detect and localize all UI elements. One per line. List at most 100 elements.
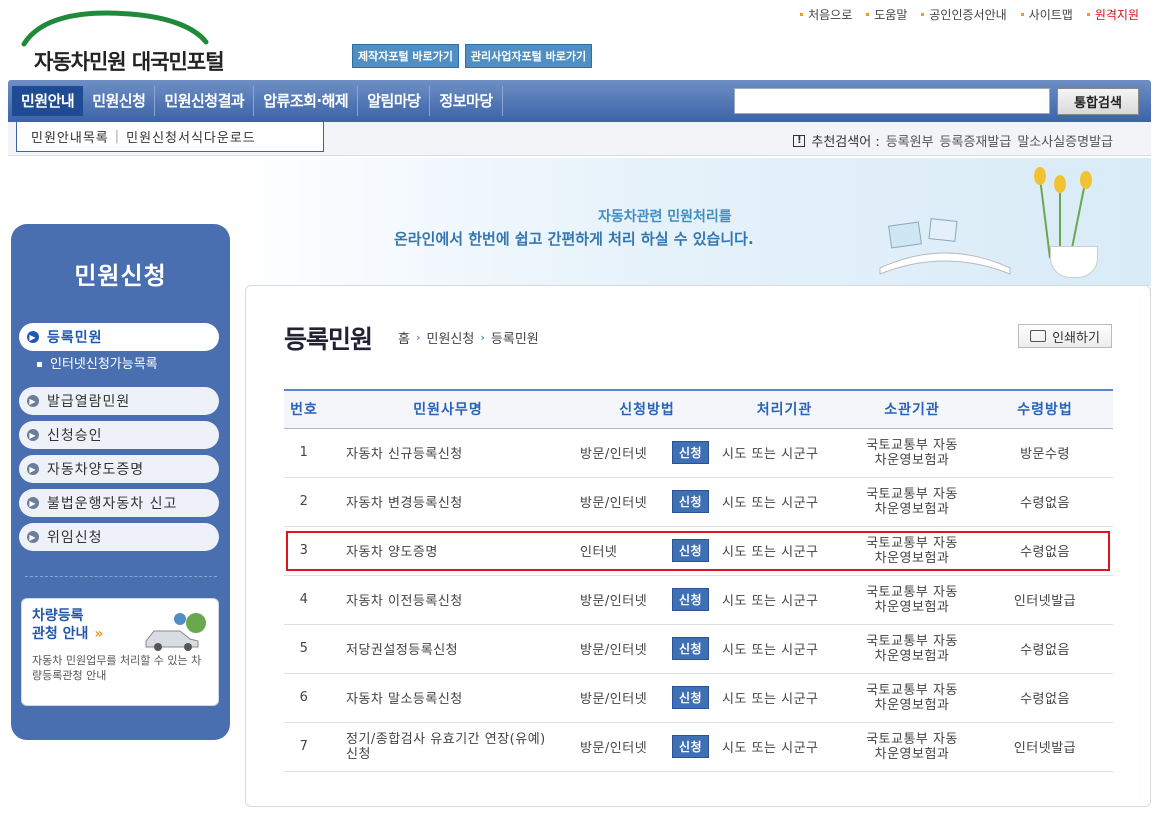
sidebar-item-label: 발급열람민원 [47, 394, 131, 410]
link-help[interactable]: 도움말 [866, 6, 907, 23]
rec-term-cancel-cert[interactable]: 말소사실증명발급 [1017, 131, 1113, 150]
row-owner: 국토교통부 자동 차운영보험과 [847, 526, 977, 576]
table-row: 5 저당권설정등록신청 방문/인터넷 신청 시도 또는 시군구 국토교통부 자동… [284, 624, 1113, 674]
bullet-icon [800, 13, 804, 16]
apply-button[interactable]: 신청 [672, 637, 710, 660]
row-receive: 수령없음 [977, 477, 1113, 527]
row-owner-line-2: 차운영보험과 [874, 501, 950, 517]
row-processor: 시도 또는 시군구 [722, 575, 847, 625]
apply-button[interactable]: 신청 [672, 490, 710, 513]
page-title: 등록민원 [284, 325, 373, 354]
bullet-icon [1020, 13, 1024, 16]
sidebar-item-issue[interactable]: ▶ 발급열람민원 [19, 387, 219, 415]
breadcrumb-home[interactable]: 홈 [398, 328, 410, 347]
breadcrumb-apply[interactable]: 민원신청 [427, 328, 475, 347]
search-input[interactable] [734, 88, 1050, 114]
rec-term-reissue[interactable]: 등록증재발급 [940, 131, 1012, 150]
link-remote-support[interactable]: 원격지원 [1086, 6, 1139, 23]
nav-item-result[interactable]: 민원신청결과 [155, 86, 255, 116]
arrow-bullet-icon: ▶ [27, 463, 39, 475]
apply-button[interactable]: 신청 [672, 588, 710, 611]
sidebar-item-transfer-cert[interactable]: ▶ 자동차양도증명 [19, 455, 219, 483]
arrow-bullet-icon: ▶ [27, 531, 39, 543]
arrow-bullet-icon: ▶ [27, 497, 39, 509]
site-logo[interactable]: 자동차민원 대국민포털 [20, 8, 250, 74]
row-number: 5 [284, 624, 324, 674]
row-receive: 수령없음 [977, 526, 1113, 576]
nav-item-seizure[interactable]: 압류조회·해제 [254, 86, 359, 116]
link-home[interactable]: 처음으로 [800, 6, 852, 23]
row-owner: 국토교통부 자동 차운영보험과 [847, 575, 977, 625]
sidebar-item-label: 위임신청 [47, 530, 103, 546]
logo-car-swoosh-icon [21, 10, 209, 47]
sidebar-item-label: 등록민원 [47, 330, 103, 346]
banner-line-2: 온라인에서 한번에 쉽고 간편하게 처리 하실 수 있습니다. [394, 230, 754, 248]
bullet-icon [866, 13, 870, 16]
operator-portal-button[interactable]: 관리사업자포털 바로가기 [464, 44, 593, 68]
link-home-label: 처음으로 [808, 8, 853, 22]
row-name: 저당권설정등록신청 [324, 624, 572, 674]
car-gear-icon [145, 613, 206, 651]
sidebar-item-approval[interactable]: ▶ 신청승인 [19, 421, 219, 449]
row-owner-line-2: 차운영보험과 [874, 550, 950, 566]
row-owner-line-1: 국토교통부 자동 [866, 486, 958, 502]
link-sitemap[interactable]: 사이트맵 [1020, 6, 1073, 23]
apply-button[interactable]: 신청 [672, 539, 710, 562]
sidebar: 민원신청 ▶ 등록민원 인터넷신청가능목록 ▶ 발급열람민원 ▶ 신청승인 ▶ … [11, 224, 230, 740]
nav-item-apply[interactable]: 민원신청 [83, 86, 156, 116]
sidebar-subitem-internet-list[interactable]: 인터넷신청가능목록 [19, 355, 219, 379]
link-sitemap-label: 사이트맵 [1028, 8, 1073, 22]
rec-term-register[interactable]: 등록원부 [886, 131, 934, 150]
row-number: 3 [284, 526, 324, 576]
row-receive: 인터넷발급 [977, 722, 1113, 772]
maker-portal-button[interactable]: 제작자포털 바로가기 [352, 44, 459, 68]
row-owner: 국토교통부 자동 차운영보험과 [847, 673, 977, 723]
utility-links: 처음으로 도움말 공인인증서안내 사이트맵 원격지원 [800, 6, 1139, 23]
sidebar-item-register[interactable]: ▶ 등록민원 [19, 323, 219, 351]
search-button[interactable]: 통합검색 [1057, 88, 1139, 115]
promo-title-line-2: 관청 안내 [32, 626, 89, 642]
row-receive: 인터넷발급 [977, 575, 1113, 625]
sidebar-title: 민원신청 [74, 262, 167, 290]
col-name: 민원사무명 [324, 389, 572, 429]
row-owner: 국토교통부 자동 차운영보험과 [847, 428, 977, 478]
row-receive: 방문수령 [977, 428, 1113, 478]
breadcrumb: 홈 › 민원신청 › 등록민원 [398, 328, 539, 347]
print-button[interactable]: 인쇄하기 [1018, 324, 1112, 348]
book-icon [879, 218, 1011, 275]
row-receive: 수령없음 [977, 673, 1113, 723]
row-processor: 시도 또는 시군구 [722, 428, 847, 478]
row-owner-line-1: 국토교통부 자동 [866, 437, 958, 453]
nav-item-notice[interactable]: 알림마당 [358, 86, 431, 116]
double-chevron-icon: » [94, 626, 104, 642]
civil-affairs-table: 번호 민원사무명 신청방법 처리기관 소관기관 수령방법 1 자동차 신규등록신… [284, 389, 1113, 772]
subtab-guide-list[interactable]: 민원안내목록 [31, 127, 109, 146]
link-cert-guide[interactable]: 공인인증서안내 [921, 6, 1007, 23]
row-owner: 국토교통부 자동 차운영보험과 [847, 477, 977, 527]
row-owner-line-1: 국토교통부 자동 [866, 731, 958, 747]
sidebar-item-delegation[interactable]: ▶ 위임신청 [19, 523, 219, 551]
apply-button[interactable]: 신청 [672, 735, 710, 758]
col-processor: 처리기관 [722, 389, 847, 429]
sub-tabs: 민원안내목록 | 민원신청서식다운로드 [16, 122, 324, 152]
apply-button[interactable]: 신청 [672, 686, 710, 709]
sub-nav: 민원안내목록 | 민원신청서식다운로드 ! 추천검색어 : 등록원부 등록증재발… [8, 122, 1151, 156]
row-owner-line-1: 국토교통부 자동 [866, 682, 958, 698]
row-processor: 시도 또는 시군구 [722, 526, 847, 576]
apply-button[interactable]: 신청 [672, 441, 710, 464]
row-owner-line-1: 국토교통부 자동 [866, 633, 958, 649]
nav-item-info[interactable]: 정보마당 [430, 86, 503, 116]
arrow-bullet-icon: ▶ [27, 429, 39, 441]
printer-icon [1030, 330, 1047, 342]
sidebar-item-illegal-report[interactable]: ▶ 불법운행자동차 신고 [19, 489, 219, 517]
sidebar-menu: ▶ 등록민원 인터넷신청가능목록 ▶ 발급열람민원 ▶ 신청승인 ▶ 자동차양도… [19, 323, 219, 557]
registry-office-promo[interactable]: 차량등록 관청 안내» 자동차 민원업무를 처리할 수 있는 차량등록관청 안내 [21, 598, 219, 706]
row-owner-line-1: 국토교통부 자동 [866, 584, 958, 600]
row-number: 6 [284, 673, 324, 723]
row-owner-line-1: 국토교통부 자동 [866, 535, 958, 551]
row-name: 정기/종합검사 유효기간 연장(유예)신청 [324, 722, 572, 772]
subtab-form-download[interactable]: 민원신청서식다운로드 [126, 127, 256, 146]
nav-item-guide[interactable]: 민원안내 [12, 86, 84, 116]
cup-icon [1050, 246, 1098, 278]
row-processor: 시도 또는 시군구 [722, 673, 847, 723]
